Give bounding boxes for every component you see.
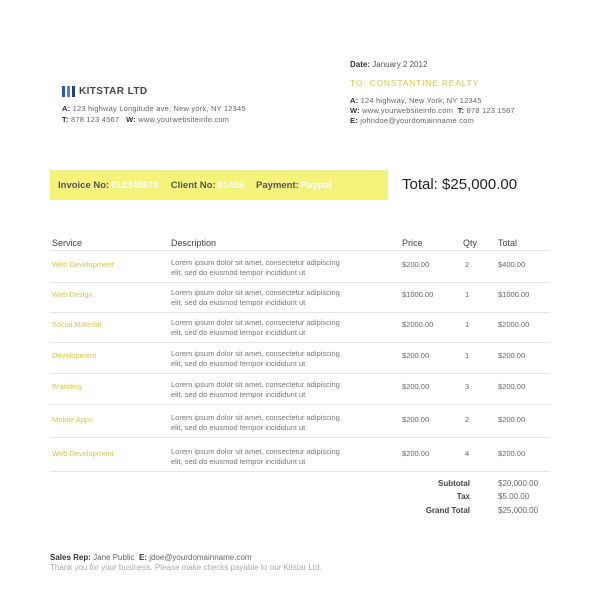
row-divider bbox=[50, 282, 550, 283]
table-row: Social Material Lorem ipsum dolor sit am… bbox=[50, 318, 550, 342]
row-service: Web Development bbox=[52, 260, 114, 269]
header-divider bbox=[50, 250, 550, 251]
header-description: Description bbox=[171, 238, 217, 248]
grand-total-value: $25,000.00 bbox=[498, 506, 539, 515]
row-description: Lorem ipsum dolor sit amet, consectetur … bbox=[171, 288, 340, 307]
row-qty: 1 bbox=[465, 351, 470, 360]
invoice-date: Date: January 2 2012 bbox=[350, 60, 428, 69]
payment-method: Payment: Paypal bbox=[256, 179, 332, 191]
row-description: Lorem ipsum dolor sit amet, consectetur … bbox=[171, 318, 340, 337]
row-price: $200.00 bbox=[402, 415, 430, 424]
row-description: Lorem ipsum dolor sit amet, consectetur … bbox=[171, 380, 340, 399]
row-price: $200.00 bbox=[402, 260, 430, 269]
subtotal-value: $20,000.00 bbox=[498, 479, 539, 488]
company-logo: KITSTAR LTD bbox=[62, 86, 147, 97]
sales-rep: Sales Rep: Jane Public E: jdoe@yourdomai… bbox=[50, 553, 252, 562]
row-qty: 1 bbox=[465, 320, 470, 329]
company-name: KITSTAR LTD bbox=[79, 86, 148, 97]
row-qty: 4 bbox=[465, 449, 470, 458]
recipient-address: A: 124 highway, New York, NY 12345 bbox=[350, 96, 482, 105]
row-qty: 2 bbox=[465, 415, 470, 424]
row-description: Lorem ipsum dolor sit amet, consectetur … bbox=[171, 447, 340, 466]
table-row: Web Design Lorem ipsum dolor sit amet, c… bbox=[50, 288, 550, 312]
recipient-email: E: johndoe@yourdomainname.com bbox=[350, 116, 474, 125]
table-row: Development Lorem ipsum dolor sit amet, … bbox=[50, 349, 550, 373]
row-divider bbox=[50, 373, 550, 374]
table-row: Web Development Lorem ipsum dolor sit am… bbox=[50, 447, 550, 471]
row-service: Web Development bbox=[52, 449, 114, 458]
row-service: Development bbox=[52, 351, 97, 360]
row-total: $400.00 bbox=[498, 260, 526, 269]
row-service: Social Material bbox=[52, 320, 102, 329]
row-total: $200.00 bbox=[498, 382, 526, 391]
recipient-contact: W: www.yourwebsiteinfo.com T: 878 123 15… bbox=[350, 106, 515, 115]
row-service: Mobile Apps bbox=[52, 415, 93, 424]
subtotal-label: Subtotal bbox=[438, 479, 470, 488]
header-price: Price bbox=[402, 238, 423, 248]
client-number: Client No: 81456 bbox=[170, 179, 245, 191]
row-price: $2000.00 bbox=[402, 320, 434, 329]
tax-value: $5.00.00 bbox=[498, 492, 530, 501]
logo-mark-icon bbox=[62, 86, 75, 97]
row-price: $200.00 bbox=[402, 449, 430, 458]
company-contact: T: 878 123 4567 W: www.yourwebsiteinfo.c… bbox=[62, 115, 230, 124]
header-total: Total bbox=[498, 238, 518, 248]
row-divider bbox=[50, 312, 550, 313]
tax-label: Tax bbox=[456, 492, 470, 501]
table-row: Web Development Lorem ipsum dolor sit am… bbox=[50, 258, 550, 282]
header-qty: Qty bbox=[463, 238, 478, 248]
row-total: $200.00 bbox=[498, 415, 526, 424]
company-address: A: 123 highway Longitude ave, New york, … bbox=[62, 104, 246, 113]
header-service: Service bbox=[52, 238, 83, 248]
row-description: Lorem ipsum dolor sit amet, consectetur … bbox=[171, 258, 340, 277]
thank-you-note: Thank you for your business. Please make… bbox=[50, 563, 322, 572]
row-description: Lorem ipsum dolor sit amet, consectetur … bbox=[171, 413, 340, 432]
table-row: Mobile Apps Lorem ipsum dolor sit amet, … bbox=[50, 413, 550, 437]
row-total: $200.00 bbox=[498, 449, 526, 458]
row-price: $200.00 bbox=[402, 351, 430, 360]
recipient-heading: TO: CONSTANTINE REALTY bbox=[350, 78, 480, 88]
row-total: $2000.00 bbox=[498, 320, 530, 329]
table-row: Branding Lorem ipsum dolor sit amet, con… bbox=[50, 380, 550, 404]
row-divider bbox=[50, 404, 550, 405]
invoice-info-band: Invoice No: 012345678 Client No: 81456 Pay… bbox=[50, 170, 388, 200]
row-qty: 1 bbox=[465, 290, 470, 299]
row-total: $200.00 bbox=[498, 351, 526, 360]
row-divider bbox=[50, 342, 550, 343]
row-price: $200.00 bbox=[402, 382, 430, 391]
row-divider bbox=[50, 437, 550, 438]
row-description: Lorem ipsum dolor sit amet, consectetur … bbox=[171, 349, 340, 368]
grand-total-label: Grand Total bbox=[425, 506, 470, 515]
row-service: Web Design bbox=[52, 290, 93, 299]
invoice-total: Total: $25,000.00 bbox=[402, 176, 518, 193]
row-service: Branding bbox=[52, 382, 83, 391]
invoice-number: Invoice No: 012345678 bbox=[58, 179, 159, 191]
row-total: $1000.00 bbox=[498, 290, 530, 299]
row-qty: 3 bbox=[465, 382, 470, 391]
row-qty: 2 bbox=[465, 260, 470, 269]
row-price: $1000.00 bbox=[402, 290, 434, 299]
row-divider bbox=[50, 471, 550, 472]
